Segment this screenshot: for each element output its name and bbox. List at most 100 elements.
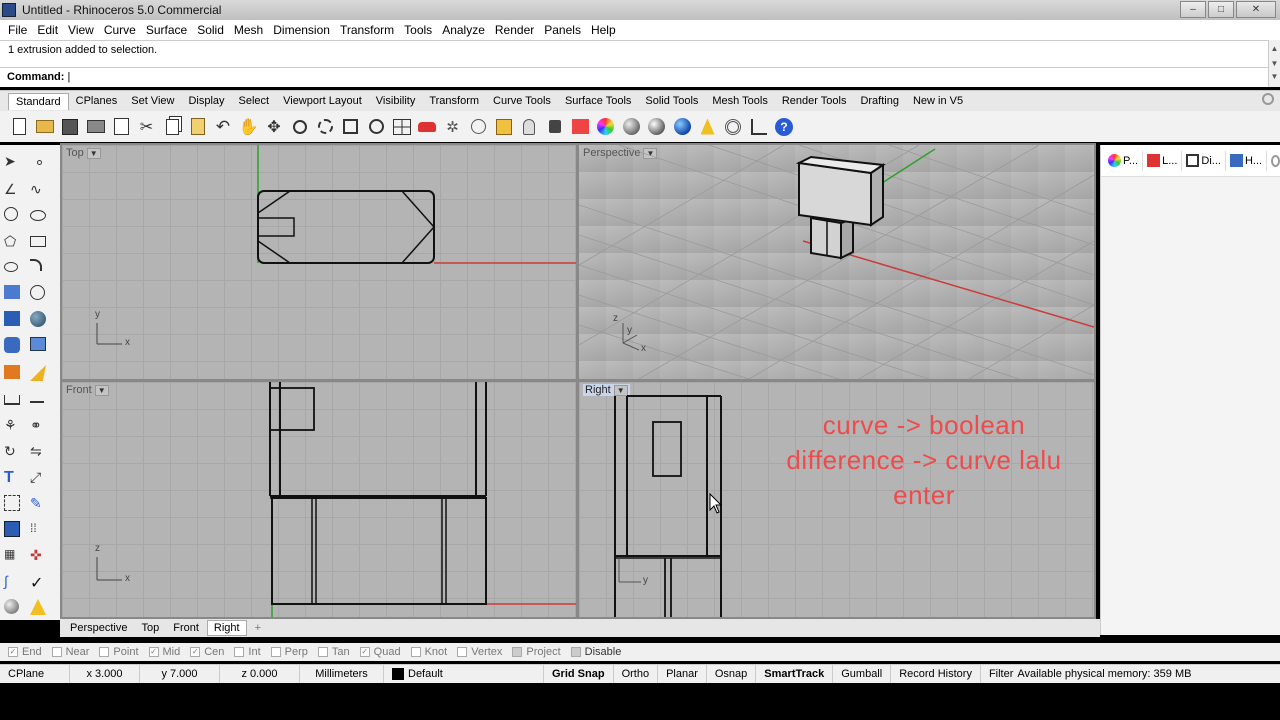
gumball-toggle[interactable]: Gumball — [833, 664, 892, 684]
cylinder-icon[interactable] — [4, 337, 24, 357]
vp-tab-front[interactable]: Front — [167, 621, 205, 635]
leader-icon[interactable] — [30, 391, 50, 411]
command-line[interactable]: Command: | — [0, 67, 1280, 87]
vp-tab-perspective[interactable]: Perspective — [64, 621, 133, 635]
cut-icon[interactable]: ✂ — [136, 116, 158, 138]
osnap-knot[interactable]: Knot — [410, 646, 447, 658]
undo-icon[interactable]: ↶ — [212, 116, 234, 138]
rotate-icon[interactable]: ↻ — [4, 443, 24, 463]
osnap-point[interactable]: Point — [99, 646, 139, 658]
osnap-near[interactable]: Near — [51, 646, 89, 658]
ellipse-icon[interactable] — [30, 207, 50, 227]
scroll-down-icon[interactable]: ▼ — [1269, 72, 1280, 81]
mirror-icon[interactable]: ⇋ — [30, 443, 50, 463]
filter-toggle[interactable]: Filter — [981, 665, 1017, 684]
render-light-icon[interactable] — [4, 365, 24, 385]
car-icon[interactable] — [416, 116, 438, 138]
scroll-mid-icon[interactable]: ▼ — [1269, 59, 1280, 68]
perspective-viewport[interactable]: Perspective ▼ z y x — [579, 145, 1094, 379]
open-folder-icon[interactable] — [34, 116, 56, 138]
osnap-mid[interactable]: ✓ Mid — [148, 646, 180, 658]
tab-surface-tools[interactable]: Surface Tools — [558, 93, 638, 109]
vp-tab-top[interactable]: Top — [135, 621, 165, 635]
top-viewport[interactable]: Top ▼ y x — [62, 145, 576, 379]
menu-render[interactable]: Render — [490, 23, 539, 37]
options-gear-icon[interactable] — [722, 116, 744, 138]
menu-edit[interactable]: Edit — [32, 23, 63, 37]
ortho-toggle[interactable]: Ortho — [614, 664, 659, 684]
rendered-sphere-icon[interactable] — [646, 116, 668, 138]
menu-analyze[interactable]: Analyze — [437, 23, 490, 37]
osnap-vertex[interactable]: Vertex — [457, 646, 502, 658]
menu-dimension[interactable]: Dimension — [268, 23, 335, 37]
menu-file[interactable]: File — [3, 23, 32, 37]
record-history-toggle[interactable]: Record History — [891, 664, 981, 684]
menu-panels[interactable]: Panels — [539, 23, 586, 37]
dimension-tool-icon[interactable] — [748, 116, 770, 138]
zoom-extents-icon[interactable] — [340, 116, 362, 138]
tab-transform[interactable]: Transform — [422, 93, 486, 109]
fillet-icon[interactable] — [30, 259, 50, 279]
tab-display-panel[interactable]: Di... — [1182, 150, 1226, 171]
osnap-end[interactable]: ✓ End — [8, 646, 42, 658]
menu-surface[interactable]: Surface — [141, 23, 192, 37]
dimension-icon[interactable] — [4, 391, 24, 411]
array-grid-icon[interactable]: ▦ — [4, 547, 24, 567]
osnap-perp[interactable]: Perp — [270, 646, 308, 658]
tab-help-panel[interactable]: H... — [1226, 150, 1268, 171]
tab-select[interactable]: Select — [232, 93, 277, 109]
analysis-icon[interactable]: ✜ — [30, 547, 50, 567]
box-icon[interactable] — [4, 311, 24, 331]
grid-dots-icon[interactable]: ⁞⁞ — [30, 521, 50, 541]
minimize-button[interactable]: – — [1180, 1, 1206, 18]
scale-icon[interactable]: ⤢ — [30, 469, 50, 489]
menu-curve[interactable]: Curve — [99, 23, 141, 37]
offset-icon[interactable] — [4, 259, 24, 279]
osnap-cen[interactable]: ✓ Cen — [190, 646, 224, 658]
save-icon[interactable] — [59, 116, 81, 138]
tab-display[interactable]: Display — [181, 93, 231, 109]
tab-solid-tools[interactable]: Solid Tools — [638, 93, 705, 109]
osnap-tan[interactable]: Tan — [317, 646, 350, 658]
hatch-icon[interactable]: ⚘ — [4, 417, 24, 437]
tab-visibility[interactable]: Visibility — [369, 93, 423, 109]
add-viewport-tab-button[interactable]: + — [249, 621, 267, 635]
curve-icon[interactable]: ∿ — [30, 181, 50, 201]
render-sphere-icon[interactable] — [671, 116, 693, 138]
grid-snap-toggle[interactable]: Grid Snap — [544, 664, 614, 684]
solid-box-icon[interactable] — [4, 521, 24, 541]
surface-corner-icon[interactable] — [4, 285, 24, 305]
zoom-selected-icon[interactable] — [365, 116, 387, 138]
current-layer[interactable]: Default — [384, 664, 544, 684]
tab-cplanes[interactable]: CPlanes — [69, 93, 125, 109]
menu-tools[interactable]: Tools — [399, 23, 437, 37]
sphere-icon[interactable] — [30, 311, 50, 331]
pan-hand-icon[interactable]: ✋ — [238, 116, 260, 138]
osnap-toggle[interactable]: Osnap — [707, 664, 757, 684]
print-icon[interactable] — [85, 116, 107, 138]
menu-view[interactable]: View — [63, 23, 99, 37]
blend-icon[interactable]: ∫ — [4, 573, 24, 593]
circle-icon[interactable] — [4, 207, 24, 227]
light-bulb-icon[interactable] — [518, 116, 540, 138]
tab-new-in-v5[interactable]: New in V5 — [906, 93, 970, 109]
menu-solid[interactable]: Solid — [192, 23, 229, 37]
named-view-icon[interactable] — [467, 116, 489, 138]
snap-grid-icon[interactable] — [493, 116, 515, 138]
osnap-project[interactable]: Project — [512, 646, 561, 658]
scroll-up-icon[interactable]: ▲ — [1269, 44, 1280, 53]
menu-mesh[interactable]: Mesh — [229, 23, 268, 37]
rectangle-icon[interactable] — [30, 233, 50, 253]
tab-viewport-layout[interactable]: Viewport Layout — [276, 93, 369, 109]
help-icon[interactable]: ? — [773, 116, 795, 138]
planar-toggle[interactable]: Planar — [658, 664, 707, 684]
close-button[interactable]: ✕ — [1236, 1, 1276, 18]
right-viewport[interactable]: Right ▼ y curve -> boolean difference -> … — [579, 382, 1094, 617]
yellow-arrow-icon[interactable] — [30, 365, 50, 385]
paste-icon[interactable] — [187, 116, 209, 138]
maximize-button[interactable]: □ — [1208, 1, 1234, 18]
polyline-icon[interactable]: ∠ — [4, 181, 24, 201]
osnap-quad[interactable]: ✓ Quad — [359, 646, 401, 658]
array-icon[interactable] — [4, 495, 24, 515]
shaded-sphere-icon[interactable] — [620, 116, 642, 138]
